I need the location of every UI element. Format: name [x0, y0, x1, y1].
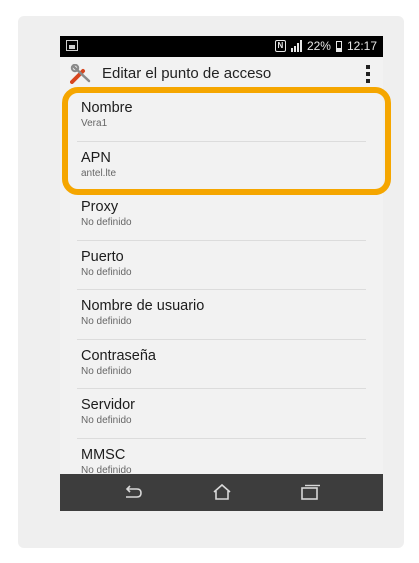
overflow-menu-icon[interactable] [366, 65, 371, 83]
setting-value: No definido [81, 217, 132, 228]
settings-tools-icon[interactable] [70, 64, 92, 84]
battery-icon [335, 40, 342, 52]
screen-title: Editar el punto de acceso [102, 65, 272, 82]
setting-label: Proxy [81, 199, 119, 215]
setting-value: No definido [81, 266, 132, 278]
home-icon[interactable] [211, 483, 233, 501]
setting-row-puerto[interactable]: Puerto No definido [60, 239, 383, 290]
setting-label: Servidor [81, 397, 135, 413]
setting-label: Puerto [81, 248, 124, 265]
nfc-icon: N [274, 40, 286, 52]
status-right-group: N 22% 12:17 [274, 39, 377, 53]
signal-icon [290, 40, 302, 52]
setting-value: No definido [81, 316, 132, 327]
recent-apps-icon[interactable] [299, 483, 321, 501]
setting-row-proxy[interactable]: Proxy No definido [60, 190, 383, 240]
setting-label: Nombre de usuario [81, 298, 205, 314]
setting-row-servidor[interactable]: Servidor No definido [60, 388, 383, 438]
setting-value: No definido [81, 415, 132, 426]
battery-percent: 22% [306, 39, 331, 53]
setting-value: No definido [81, 365, 132, 377]
highlight-box [62, 87, 391, 195]
setting-label: Contraseña [81, 347, 156, 364]
setting-row-contrasena[interactable]: Contraseña No definido [60, 338, 383, 389]
status-bar: N 22% 12:17 [60, 36, 383, 57]
setting-label: MMSC [81, 446, 126, 463]
image-notification-icon [66, 40, 78, 51]
clock: 12:17 [346, 39, 377, 53]
navigation-bar [60, 474, 383, 511]
back-icon[interactable] [122, 483, 144, 501]
action-bar: Editar el punto de acceso [60, 57, 383, 91]
setting-row-nombre-de-usuario[interactable]: Nombre de usuario No definido [60, 289, 383, 339]
